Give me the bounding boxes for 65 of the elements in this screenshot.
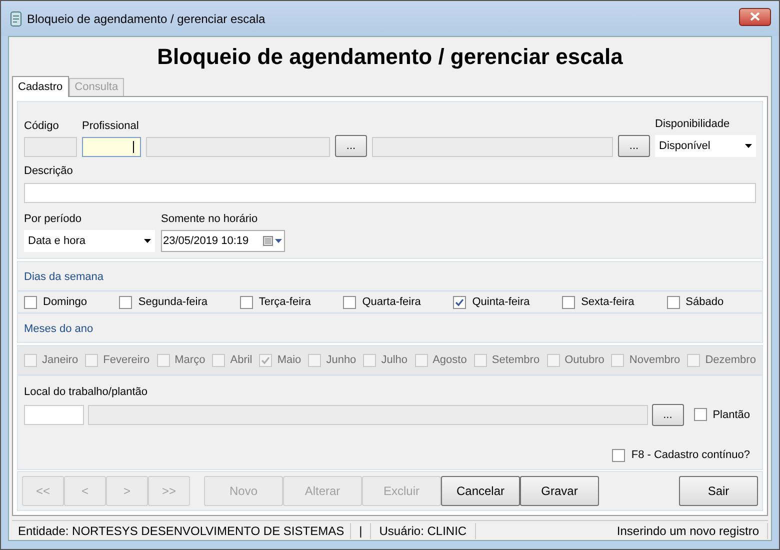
lookup-button[interactable]: ... bbox=[652, 404, 684, 426]
period-dropdown[interactable]: Data e hora bbox=[24, 230, 155, 252]
app-icon bbox=[9, 10, 23, 26]
field-label: Local do trabalho/plantão bbox=[24, 385, 149, 400]
tab[interactable]: Cadastro bbox=[12, 76, 69, 97]
checkbox-label: Domingo bbox=[43, 295, 88, 310]
datetime-picker[interactable]: 23/05/2019 10:19 bbox=[161, 230, 285, 252]
field-label: Somente no horário bbox=[161, 212, 259, 227]
checkbox-label: Dezembro bbox=[705, 353, 756, 368]
checkbox-label: Terça-feira bbox=[258, 295, 311, 310]
toolbar-button[interactable]: Sair bbox=[679, 476, 758, 506]
field-label: Profissional bbox=[82, 118, 140, 134]
checkbox[interactable] bbox=[694, 408, 707, 422]
close-icon bbox=[750, 12, 760, 21]
lookup-button[interactable]: ... bbox=[335, 135, 367, 158]
checkbox-label: Agosto bbox=[432, 353, 467, 368]
field-label: Código bbox=[24, 118, 60, 134]
checkbox-label: Outubro bbox=[564, 353, 604, 368]
checkbox-label: Fevereiro bbox=[103, 353, 150, 368]
field-label: Descrição bbox=[24, 164, 74, 180]
description-field[interactable] bbox=[24, 182, 756, 203]
dropdown-arrow-icon bbox=[144, 239, 151, 244]
status-text: Entidade: NORTESYS DESENVOLVIMENTO DE SISTEMAS bbox=[12, 522, 352, 539]
checkbox-label: Quinta-feira bbox=[472, 295, 530, 310]
field-label: Por período bbox=[24, 212, 82, 227]
checkbox-label: Setembro bbox=[492, 353, 540, 368]
toolbar-button[interactable]: Gravar bbox=[520, 476, 599, 506]
checkbox-label: Quarta-feira bbox=[362, 295, 421, 310]
code-field[interactable] bbox=[24, 137, 77, 158]
toolbar-button[interactable]: Cancelar bbox=[441, 476, 520, 506]
checkbox[interactable] bbox=[24, 296, 37, 309]
section-title: Dias da semana bbox=[24, 271, 104, 284]
professional-code-field[interactable] bbox=[82, 137, 141, 158]
checkbox-label: Novembro bbox=[629, 353, 680, 368]
checkbox-label: Julho bbox=[381, 353, 408, 368]
checkbox[interactable] bbox=[612, 448, 626, 462]
pipe-text: | bbox=[351, 522, 372, 539]
section-title: Meses do ano bbox=[24, 323, 94, 336]
window-title: Bloqueio de agendamento / gerenciar escala bbox=[27, 10, 266, 28]
page-heading: Bloqueio de agendamento / gerenciar escala bbox=[157, 42, 623, 71]
checkbox[interactable] bbox=[343, 296, 356, 309]
checkbox-label: Sábado bbox=[686, 295, 724, 310]
status-text: Inserindo um novo registro bbox=[608, 522, 768, 539]
close-button[interactable] bbox=[739, 8, 771, 26]
checkbox-label: Plantão bbox=[712, 408, 750, 423]
checkbox-label: F8 - Cadastro contínuo? bbox=[631, 448, 750, 463]
checkbox-label: Sexta-feira bbox=[581, 295, 634, 310]
dropdown-arrow-icon bbox=[745, 144, 752, 148]
checkbox[interactable] bbox=[562, 296, 576, 309]
checkbox-label: Maio bbox=[277, 353, 302, 368]
status-text: Usuário: CLINIC bbox=[371, 522, 476, 539]
checkbox-label: Março bbox=[174, 353, 206, 368]
checkbox[interactable] bbox=[240, 296, 253, 309]
field-label: Disponibilidade bbox=[655, 116, 731, 132]
location-code-field[interactable] bbox=[24, 404, 84, 425]
checkbox[interactable] bbox=[453, 296, 466, 309]
checkbox-label: Junho bbox=[326, 353, 356, 368]
calendar-icon bbox=[263, 236, 283, 246]
checkbox[interactable] bbox=[666, 296, 680, 309]
checkbox-label: Segunda-feira bbox=[138, 295, 208, 310]
checkbox-label: Abril bbox=[230, 353, 252, 368]
availability-dropdown[interactable]: Disponível bbox=[655, 135, 756, 158]
checkbox[interactable] bbox=[119, 296, 132, 309]
lookup-button[interactable]: ... bbox=[618, 135, 650, 158]
checkbox-label: Janeiro bbox=[42, 353, 78, 368]
